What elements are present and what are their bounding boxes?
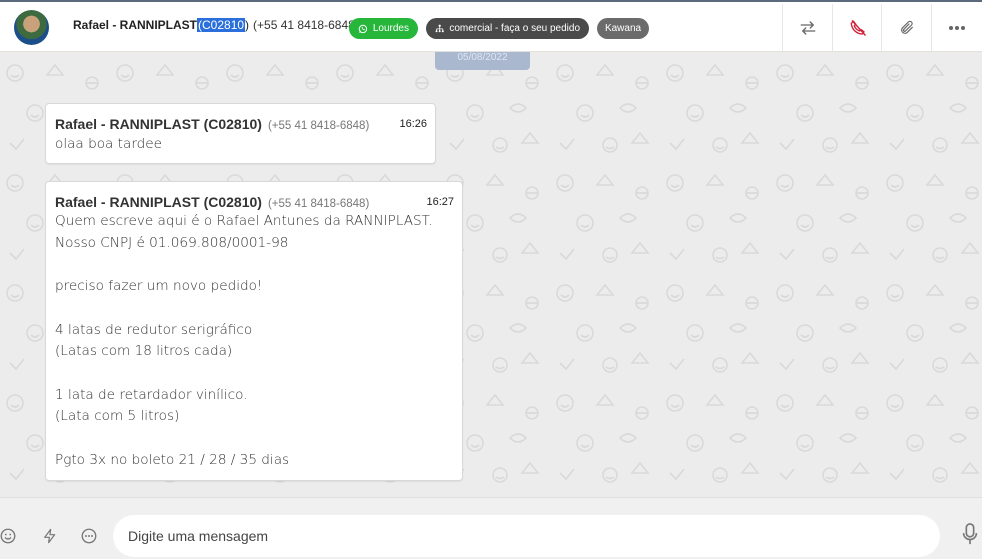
contact-title[interactable]: Rafael - RANNIPLAST (C02810 ) (+55 41 84… [73, 18, 359, 32]
message-bubble[interactable]: Rafael - RANNIPLAST (C02810) (+55 41 8418… [45, 103, 436, 164]
chat-area[interactable]: Rafael - RANNIPLAST (C02810) (+55 41 8418… [0, 53, 982, 497]
paperclip-icon [901, 20, 913, 34]
message-sender: Rafael - RANNIPLAST (C02810) (+55 41 8418… [55, 194, 369, 210]
quick-reply-button[interactable] [40, 526, 60, 546]
sitemap-icon [435, 24, 444, 33]
date-separator-chip: 05/08/2022 [435, 52, 530, 70]
emoji-button[interactable] [0, 526, 18, 546]
more-options-button[interactable] [79, 526, 99, 546]
header-divider [881, 4, 882, 54]
agent-tag[interactable]: Kawana [597, 18, 649, 39]
message-time: 16:26 [399, 118, 427, 130]
contact-name: Rafael - RANNIPLAST [73, 18, 198, 32]
message-sender: Rafael - RANNIPLAST (C02810) (+55 41 8418… [55, 116, 369, 132]
transfer-button[interactable] [795, 15, 821, 41]
header-divider [931, 4, 932, 54]
message-time: 16:27 [426, 196, 454, 208]
lightning-icon [44, 528, 56, 544]
department-tag-label: comercial - faça o seu pedido [449, 23, 580, 34]
contact-code-selected: (C02810 [197, 18, 246, 32]
header-divider [832, 4, 833, 54]
message-input[interactable] [113, 515, 940, 557]
transfer-icon [800, 21, 816, 35]
more-icon [949, 26, 965, 30]
message-text: Quem escreve aqui é o Rafael Antunes da … [55, 213, 433, 468]
emoji-icon [0, 528, 16, 544]
department-tag[interactable]: comercial - faça o seu pedido [426, 18, 589, 39]
voice-message-button[interactable] [960, 523, 980, 545]
message-bubble[interactable]: Rafael - RANNIPLAST (C02810) (+55 41 8418… [45, 181, 463, 481]
hangup-phone-icon [850, 20, 867, 36]
message-composer [0, 497, 982, 559]
whatsapp-tag-label: Lourdes [372, 23, 409, 34]
more-button[interactable] [944, 15, 970, 41]
message-sender-name: Rafael - RANNIPLAST (C02810) [55, 194, 262, 210]
hangup-button[interactable] [845, 15, 871, 41]
contact-phone: (+55 41 8418-6848) [253, 18, 359, 32]
whatsapp-icon [358, 24, 368, 33]
message-text: olaa boa tardee [55, 136, 163, 152]
attach-button[interactable] [894, 15, 920, 41]
chat-dots-icon [81, 528, 97, 544]
chat-header: Rafael - RANNIPLAST (C02810 ) (+55 41 84… [0, 0, 982, 54]
whatsapp-connection-tag[interactable]: Lourdes [349, 18, 418, 39]
header-divider [782, 4, 783, 54]
message-sender-name: Rafael - RANNIPLAST (C02810) [55, 116, 262, 132]
agent-tag-label: Kawana [604, 23, 642, 34]
microphone-icon [962, 523, 978, 545]
avatar[interactable] [14, 10, 49, 45]
contact-code-close: ) [245, 18, 250, 32]
message-sender-phone: (+55 41 8418-6848) [267, 198, 370, 210]
message-sender-phone: (+55 41 8418-6848) [267, 120, 370, 132]
